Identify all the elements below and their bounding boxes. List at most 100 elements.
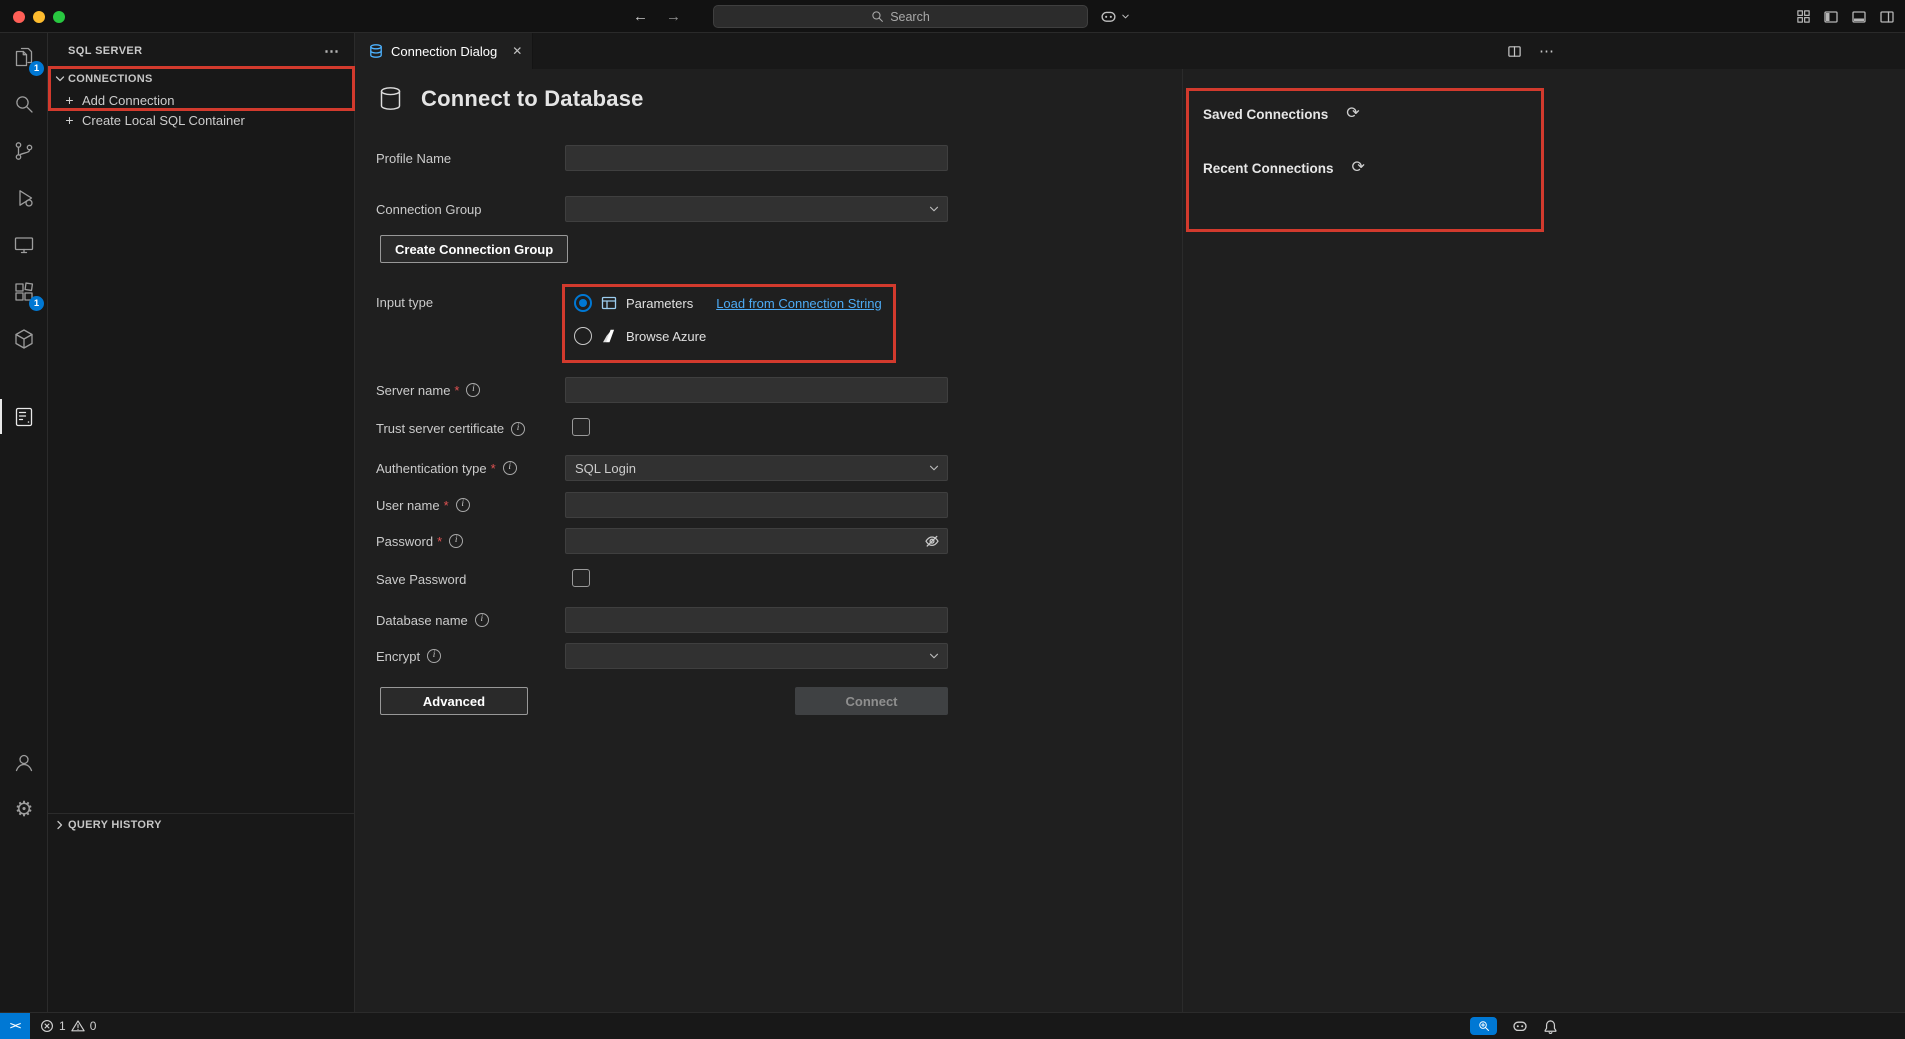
user-name-input[interactable] — [565, 492, 948, 518]
info-icon[interactable]: i — [475, 613, 489, 627]
trust-server-certificate-row: Trust server certificate i — [376, 418, 1182, 439]
package-icon — [12, 327, 36, 351]
form-actions-row: Advanced Connect — [376, 687, 1182, 715]
extensions-badge: 1 — [29, 296, 44, 311]
activity-bar: 1 — [0, 33, 48, 1012]
problems-status-item[interactable]: 1 0 — [40, 1019, 96, 1033]
remote-indicator[interactable]: >< — [0, 1013, 30, 1039]
activitybar-remote-explorer[interactable] — [0, 221, 48, 268]
activitybar-containers[interactable] — [0, 315, 48, 362]
zoom-status-item[interactable] — [1470, 1017, 1497, 1035]
copilot-menu[interactable] — [1100, 0, 1131, 33]
sidebar-more-actions-icon[interactable]: ⋯ — [324, 42, 340, 60]
create-local-sql-container-item[interactable]: + Create Local SQL Container — [48, 110, 354, 130]
info-icon[interactable]: i — [511, 422, 525, 436]
chevron-down-icon — [927, 649, 941, 663]
status-bar: >< 1 0 — [0, 1012, 1905, 1039]
activitybar-sql-server[interactable] — [0, 393, 48, 440]
connect-button[interactable]: Connect — [795, 687, 948, 715]
info-icon[interactable]: i — [466, 383, 480, 397]
toggle-primary-sidebar-icon[interactable] — [1823, 9, 1839, 25]
parameters-radio[interactable] — [574, 294, 592, 312]
warning-count: 0 — [90, 1019, 97, 1033]
profile-name-label: Profile Name — [376, 151, 565, 166]
activitybar-extensions[interactable]: 1 — [0, 268, 48, 315]
authentication-type-label: Authentication type * i — [376, 461, 565, 476]
load-from-connection-string-link[interactable]: Load from Connection String — [716, 296, 881, 311]
recent-connections-header: Recent Connections — [1203, 161, 1334, 176]
activitybar-accounts[interactable] — [0, 750, 48, 774]
split-editor-icon[interactable] — [1507, 44, 1522, 59]
layout-controls — [1796, 0, 1895, 33]
chevron-down-icon — [52, 71, 68, 87]
refresh-recent-connections-icon[interactable]: ⟳ — [1352, 160, 1365, 176]
customize-layout-icon[interactable] — [1796, 9, 1811, 24]
trust-server-certificate-checkbox[interactable] — [572, 418, 590, 436]
encrypt-select[interactable] — [565, 643, 948, 669]
search-box[interactable]: Search — [713, 5, 1088, 28]
minimize-window-button[interactable] — [33, 11, 45, 23]
trust-server-certificate-label: Trust server certificate i — [376, 421, 565, 436]
toggle-password-visibility-icon[interactable] — [924, 533, 940, 549]
database-name-input[interactable] — [565, 607, 948, 633]
activitybar-explorer[interactable]: 1 — [0, 33, 48, 80]
copilot-status-icon[interactable] — [1512, 1018, 1528, 1034]
info-icon[interactable]: i — [449, 534, 463, 548]
profile-name-input[interactable] — [565, 145, 948, 171]
connections-section-header[interactable]: CONNECTIONS — [48, 68, 354, 90]
info-icon[interactable]: i — [503, 461, 517, 475]
toggle-secondary-sidebar-icon[interactable] — [1879, 9, 1895, 25]
query-history-section-header[interactable]: QUERY HISTORY — [48, 813, 354, 835]
explorer-badge: 1 — [29, 61, 44, 76]
title-bar: ← → Search — [0, 0, 1905, 33]
azure-icon — [601, 328, 617, 344]
history-navigation: ← → — [633, 0, 681, 33]
editor-more-actions-icon[interactable]: ⋯ — [1539, 42, 1555, 60]
error-icon — [40, 1019, 54, 1033]
tab-label: Connection Dialog — [391, 44, 497, 59]
refresh-saved-connections-icon[interactable]: ⟳ — [1346, 106, 1359, 122]
go-forward-icon[interactable]: → — [666, 8, 681, 25]
authentication-type-select[interactable]: SQL Login — [565, 455, 948, 481]
user-name-label: User name * i — [376, 498, 565, 513]
maximize-window-button[interactable] — [53, 11, 65, 23]
info-icon[interactable]: i — [456, 498, 470, 512]
connection-group-select[interactable] — [565, 196, 948, 222]
browse-azure-radio[interactable] — [574, 327, 592, 345]
activitybar-run-debug[interactable] — [0, 174, 48, 221]
password-label: Password * i — [376, 534, 565, 549]
server-name-label: Server name * i — [376, 383, 565, 398]
plus-icon: + — [64, 112, 75, 128]
close-window-button[interactable] — [13, 11, 25, 23]
server-name-input[interactable] — [565, 377, 948, 403]
editor-actions: ⋯ — [1507, 33, 1555, 69]
database-icon — [377, 85, 404, 112]
close-tab-icon[interactable]: ✕ — [512, 44, 522, 58]
activitybar-search[interactable] — [0, 80, 48, 127]
password-input[interactable] — [565, 528, 948, 554]
input-type-browse-azure-option[interactable]: Browse Azure — [574, 326, 948, 346]
statusbar-right-items — [1470, 1013, 1558, 1039]
source-control-icon — [12, 139, 36, 163]
parameters-icon — [601, 295, 617, 311]
notifications-bell-icon[interactable] — [1543, 1019, 1558, 1034]
go-back-icon[interactable]: ← — [633, 8, 648, 25]
connection-dialog-content: Saved Connections ⟳ Recent Connections ⟳… — [355, 69, 1905, 1012]
tab-connection-dialog[interactable]: Connection Dialog ✕ — [355, 33, 533, 69]
encrypt-label: Encrypt i — [376, 649, 565, 664]
save-password-checkbox[interactable] — [572, 569, 590, 587]
sql-server-icon — [12, 405, 36, 429]
add-connection-item[interactable]: + Add Connection — [48, 90, 354, 110]
toggle-panel-icon[interactable] — [1851, 9, 1867, 25]
advanced-button[interactable]: Advanced — [380, 687, 528, 715]
activitybar-source-control[interactable] — [0, 127, 48, 174]
database-name-label: Database name i — [376, 613, 565, 628]
input-type-parameters-option[interactable]: Parameters Load from Connection String — [574, 293, 948, 313]
sidebar-title: SQL SERVER — [68, 45, 143, 57]
remote-icon: >< — [10, 1020, 20, 1032]
info-icon[interactable]: i — [427, 649, 441, 663]
activitybar-settings[interactable]: ⚙ — [0, 798, 48, 822]
saved-connections-row: Saved Connections ⟳ — [1203, 106, 1360, 122]
create-connection-group-button[interactable]: Create Connection Group — [380, 235, 568, 263]
search-label: Search — [890, 10, 930, 24]
